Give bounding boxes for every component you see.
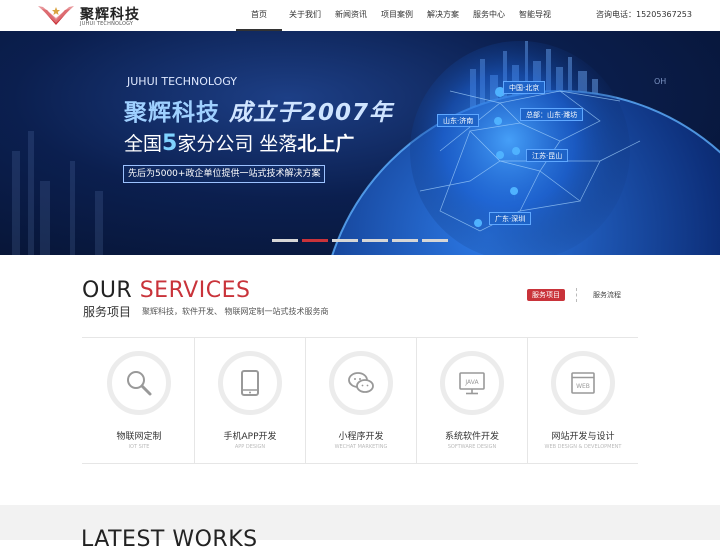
logo[interactable]: 聚辉科技 JUHUI TECHNOLOGY [36,3,146,29]
site-header: 聚辉科技 JUHUI TECHNOLOGY 首页 关于我们 新闻资讯 项目案例 … [0,0,720,31]
slider-dot[interactable] [422,239,448,242]
nav-news[interactable]: 新闻资讯 [328,0,374,31]
svg-text:JAVA: JAVA [464,379,479,386]
tab-divider [576,288,577,302]
banner-brand: 聚辉科技 [124,100,220,126]
service-card-app[interactable]: 手机APP开发 APP DESIGN [195,338,305,463]
services-heading: OUR SERVICES [82,278,250,303]
banner-tagline: 先后为5000+政企单位提供一站式技术解决方案 [123,165,326,183]
services-description: 聚辉科技，软件开发、 物联网定制一站式技术服务商 [142,307,329,316]
service-icon-circle [218,351,282,415]
services-heading-b: SERVICES [139,278,251,303]
web-window-icon: WEB [571,372,595,394]
globe-illustration [12,41,720,255]
city-tag-beijing: 中国·北京 [503,81,546,94]
service-title: 手机APP开发 [223,432,277,442]
service-en: IOT SITE [128,444,150,450]
service-card-software[interactable]: JAVA 系统软件开发 SOFTWARE DESIGN [417,338,527,463]
service-title: 系统软件开发 [444,432,499,442]
tab-service-process[interactable]: 服务流程 [588,289,626,301]
svg-text:WEB: WEB [576,383,590,390]
nav-solutions[interactable]: 解决方案 [420,0,466,31]
nav-cases[interactable]: 项目案例 [374,0,420,31]
latest-works-section: LATEST WORKS [0,505,720,552]
banner-founded: 成立于2007年 [229,100,394,126]
banner-headline: 聚辉科技 成立于2007年 [124,93,393,127]
hero-banner[interactable]: JUHUI TECHNOLOGY 聚辉科技 成立于2007年 全国5家分公司 坐… [0,31,720,255]
services-heading-a: OUR [82,278,133,303]
slider-dot[interactable] [392,239,418,242]
services-subtitle: 服务项目 [83,305,132,319]
banner-cities: 北上广 [297,133,355,155]
banner-subheadline: 全国5家分公司 坐落北上广 [124,129,354,156]
nav-about[interactable]: 关于我们 [282,0,328,31]
service-en: APP DESIGN [234,444,266,450]
city-tag-jinan: 山东·济南 [437,114,480,127]
service-en: WECHAT MARKETING [334,444,388,450]
contact-phone: 咨询电话：15205367253 [596,10,692,19]
nav-service-center[interactable]: 服务中心 [466,0,512,31]
slider-dot-active[interactable] [302,239,328,242]
service-icon-circle [329,351,393,415]
service-title: 网站开发与设计 [551,432,615,442]
service-icon-circle: JAVA [440,351,504,415]
city-tag-shenzhen: 广东·深圳 [489,212,532,225]
slider-dot[interactable] [332,239,358,242]
slider-dot[interactable] [362,239,388,242]
banner-corner-text: OH [654,77,667,86]
nav-smart-signage[interactable]: 智能导视 [512,0,558,31]
wechat-icon [348,372,374,393]
city-tag-kunshan: 江苏·昆山 [526,149,569,162]
slider-dots [272,239,448,242]
monitor-java-icon: JAVA [459,372,485,395]
tablet-icon [241,370,259,396]
banner-line2-b: 家分公司 坐落 [177,133,298,155]
service-icon-circle: WEB [551,351,615,415]
service-card-miniprogram[interactable]: 小程序开发 WECHAT MARKETING [306,338,416,463]
service-title: 物联网定制 [116,432,162,442]
service-en: SOFTWARE DESIGN [447,444,497,450]
service-en: WEB DESIGN & DEVELOPMENT [544,444,622,450]
banner-line2-a: 全国 [124,133,163,155]
service-title: 小程序开发 [338,432,384,442]
slider-dot[interactable] [272,239,298,242]
branch-count: 5 [162,131,178,156]
main-nav: 首页 关于我们 新闻资讯 项目案例 解决方案 服务中心 智能导视 [236,0,558,31]
nav-home[interactable]: 首页 [236,0,282,31]
service-card-iot[interactable]: 物联网定制 IOT SITE [84,338,194,463]
logo-wings-icon [38,6,74,25]
logo-subtext: JUHUI TECHNOLOGY [80,21,134,27]
magnifier-icon [127,371,152,396]
city-tag-weifang: 总部：山东·潍坊 [520,108,584,121]
banner-en-title: JUHUI TECHNOLOGY [127,75,237,88]
service-icon-circle [107,351,171,415]
service-card-web[interactable]: WEB 网站开发与设计 WEB DESIGN & DEVELOPMENT [528,338,638,463]
tab-service-items[interactable]: 服务项目 [527,289,565,301]
